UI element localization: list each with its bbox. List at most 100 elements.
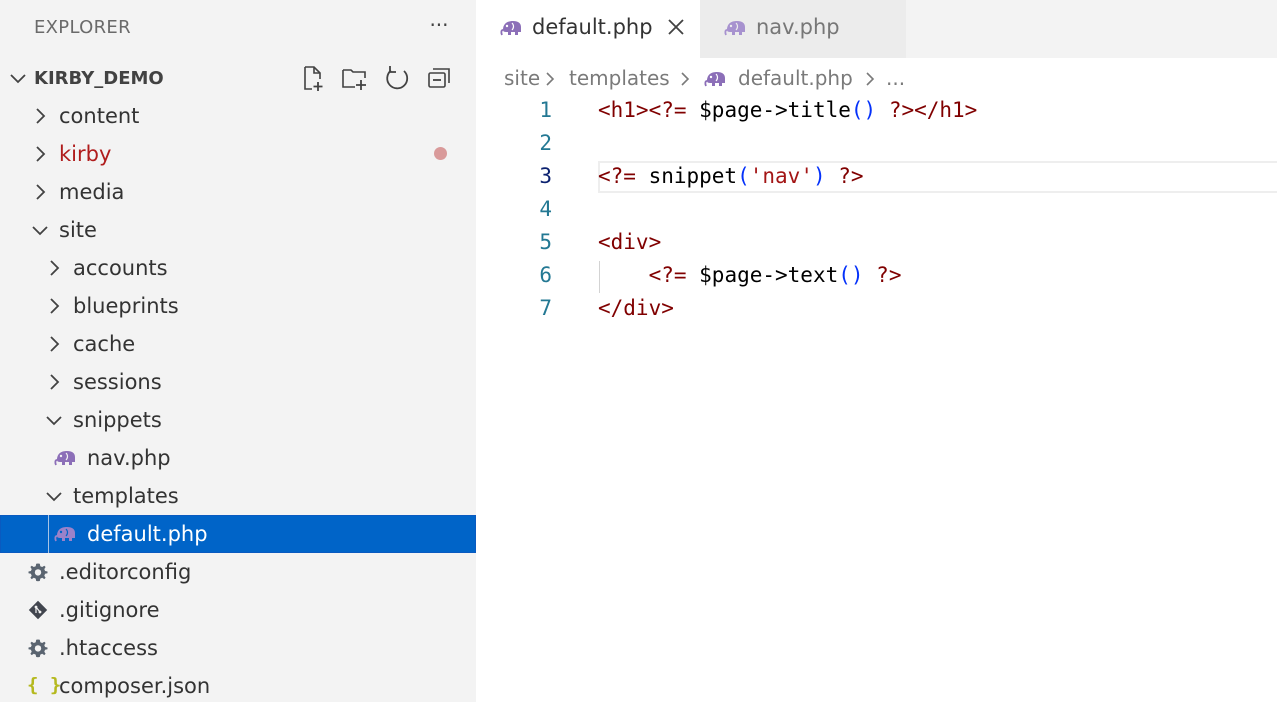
code-token: ?> (825, 164, 864, 188)
line-number: 7 (539, 296, 552, 320)
tree-item-accounts[interactable]: accounts (0, 249, 476, 287)
chevron-right-icon (50, 336, 60, 352)
indent-guide (48, 515, 49, 553)
modified-dot-icon (434, 147, 447, 160)
tree-item-templates[interactable]: templates (0, 477, 476, 515)
tree-item-label: composer.json (59, 674, 211, 698)
more-actions-icon[interactable]: ··· (424, 10, 454, 40)
chevron-right-icon (36, 184, 46, 200)
editor-tab-bar: default.php nav.php (476, 0, 1277, 58)
tree-item-editorconfig[interactable]: .editorconfig (0, 553, 476, 591)
tree-item-blueprints[interactable]: blueprints (0, 287, 476, 325)
tab-label: default.php (532, 15, 653, 39)
tree-item-label: site (59, 218, 97, 242)
tree-item-label: sessions (73, 370, 162, 394)
tree-item-sessions[interactable]: sessions (0, 363, 476, 401)
breadcrumb-item-symbols[interactable]: ... (886, 66, 905, 90)
workspace-name: KIRBY_DEMO (34, 68, 164, 89)
chevron-down-icon (10, 74, 26, 84)
code-line[interactable]: <?= snippet('nav') ?> (598, 164, 864, 188)
chevron-right-icon (50, 374, 60, 390)
new-folder-icon[interactable] (340, 63, 370, 93)
code-token: $page->text (699, 263, 839, 287)
line-number: 1 (539, 98, 552, 122)
php-elephant-icon (724, 21, 745, 36)
code-line[interactable]: <h1><?= $page->title() ?></h1> (598, 98, 977, 122)
tree-item-label: kirby (59, 142, 112, 166)
tree-item-label: media (59, 180, 125, 204)
chevron-right-icon (866, 72, 875, 86)
code-token: <?= (598, 263, 700, 287)
tree-item-label: cache (73, 332, 136, 356)
php-elephant-icon (54, 451, 75, 466)
tab-nav-php[interactable]: nav.php (700, 0, 906, 58)
tree-item-label: accounts (73, 256, 168, 280)
code-token: () (850, 98, 877, 122)
code-editor[interactable]: 1 2 3 4 5 6 7 <h1><?= $page->title() ?><… (476, 95, 1277, 702)
refresh-icon[interactable] (382, 63, 412, 93)
chevron-right-icon (50, 298, 60, 314)
tree-item-label: default.php (87, 522, 208, 546)
chevron-right-icon (36, 108, 46, 124)
code-line[interactable]: </div> (598, 296, 674, 320)
php-elephant-icon (54, 527, 75, 542)
tree-item-snippets[interactable]: snippets (0, 401, 476, 439)
tree-item-site[interactable]: site (0, 211, 476, 249)
code-token: ?></h1> (876, 98, 978, 122)
code-token: () (838, 263, 864, 287)
explorer-sidebar: EXPLORER ··· KIRBY_DEMO content kirby me… (0, 0, 476, 702)
new-file-icon[interactable] (298, 63, 328, 93)
tree-item-gitignore[interactable]: .gitignore (0, 591, 476, 629)
chevron-down-icon (46, 492, 62, 502)
code-line[interactable]: <div> (598, 230, 661, 254)
chevron-down-icon (46, 416, 62, 426)
chevron-right-icon (546, 72, 555, 86)
tree-item-composer-json[interactable]: { } composer.json (0, 667, 476, 702)
tree-item-htaccess[interactable]: .htaccess (0, 629, 476, 667)
json-braces-icon: { } (27, 674, 62, 696)
code-line[interactable]: <?= $page->text() ?> (598, 263, 902, 287)
collapse-all-icon[interactable] (424, 63, 454, 93)
tree-item-media[interactable]: media (0, 173, 476, 211)
tree-item-label: nav.php (87, 446, 171, 470)
chevron-right-icon (50, 260, 60, 276)
workspace-section-header[interactable]: KIRBY_DEMO (0, 59, 476, 97)
code-token: ) (812, 164, 826, 188)
code-token: $page->title (699, 98, 851, 122)
tree-item-label: blueprints (73, 294, 179, 318)
tree-item-label: content (59, 104, 140, 128)
chevron-down-icon (32, 226, 48, 236)
line-number-current: 3 (539, 164, 552, 188)
tree-item-label: .htaccess (59, 636, 158, 660)
close-icon[interactable] (665, 16, 687, 38)
breadcrumb-item-templates[interactable]: templates (569, 66, 670, 90)
code-token: snippet (648, 164, 738, 188)
breadcrumb-item-default-php[interactable]: default.php (738, 66, 853, 90)
tree-item-content[interactable]: content (0, 97, 476, 135)
breadcrumb-item-site[interactable]: site (504, 66, 540, 90)
code-token: <h1><?= (598, 98, 700, 122)
tree-item-kirby[interactable]: kirby (0, 135, 476, 173)
line-number: 6 (539, 263, 552, 287)
tree-item-label: .gitignore (59, 598, 160, 622)
tab-default-php[interactable]: default.php (476, 0, 700, 58)
explorer-header: EXPLORER ··· (0, 0, 476, 56)
line-number: 4 (539, 197, 552, 221)
tree-item-default-php[interactable]: default.php (0, 515, 476, 553)
gear-icon (28, 563, 48, 582)
code-token: ( (737, 164, 750, 188)
tree-item-cache[interactable]: cache (0, 325, 476, 363)
tree-item-label: templates (73, 484, 179, 508)
code-token: </div> (598, 296, 674, 320)
chevron-right-icon (36, 146, 46, 162)
code-token: <div> (598, 230, 662, 254)
tree-item-label: .editorconfig (59, 560, 192, 584)
gear-icon (28, 639, 48, 658)
explorer-title: EXPLORER (34, 17, 131, 38)
tree-item-nav-php[interactable]: nav.php (0, 439, 476, 477)
line-number: 2 (539, 131, 552, 155)
php-elephant-icon (704, 72, 725, 87)
code-token: 'nav' (749, 164, 813, 188)
tree-item-label: snippets (73, 408, 162, 432)
code-token: ?> (863, 263, 902, 287)
